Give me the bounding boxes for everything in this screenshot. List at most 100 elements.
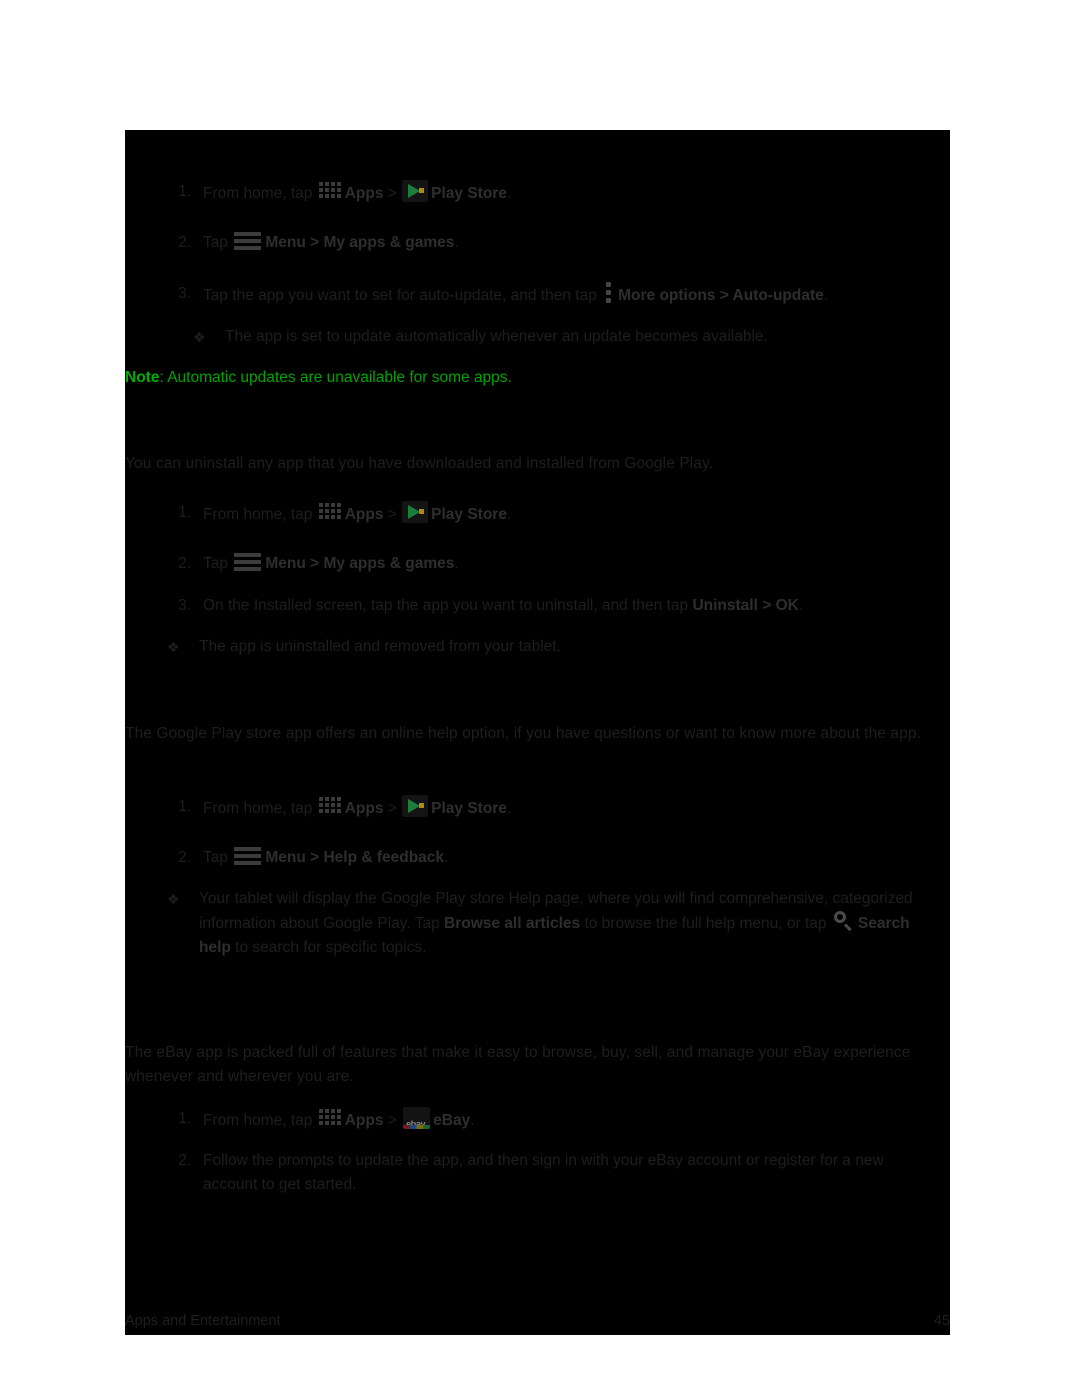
step-text: On the Installed screen, tap the app you… [203, 594, 931, 618]
step-number: 2. [178, 1152, 191, 1169]
step-bold-1: Apps [344, 1112, 384, 1129]
step-text: From home, tap Apps > Play Store. [203, 180, 921, 206]
play-store-icon[interactable] [402, 795, 429, 817]
step-item: 1. From home, tap Apps > Play Store. [161, 180, 921, 206]
step-item: 2. Tap Menu > Help & feedback. [161, 846, 921, 870]
help-text-2: to browse the full help menu, or tap [580, 915, 831, 932]
step-bold-1: Apps [344, 185, 384, 202]
diamond-bullet-icon: ❖ [167, 639, 180, 655]
step-text-pre: From home, tap [203, 1112, 317, 1129]
apps-grid-icon[interactable] [318, 1109, 342, 1129]
step-number: 3. [178, 597, 191, 614]
step-text: Follow the prompts to update the app, an… [203, 1152, 884, 1193]
note-label: Note [125, 369, 160, 386]
step-bold-2: Play Store [431, 800, 507, 817]
step-item: 2. Follow the prompts to update the app,… [161, 1149, 929, 1197]
step-item: 1. From home, tap Apps > Play Store. [161, 795, 921, 821]
note-block: Note: Automatic updates are unavailable … [125, 366, 925, 390]
step-text-post: . [454, 234, 459, 251]
step-item: 1. From home, tap Apps > Play Store. [161, 501, 921, 527]
help-bold-1: Browse all articles [444, 915, 581, 932]
step-text-post: . [444, 849, 449, 866]
step-bold-2: Play Store [431, 185, 507, 202]
step-text-mid: > [383, 1112, 402, 1129]
bullet-item: ❖ Your tablet will display the Google Pl… [167, 887, 927, 960]
bullet-item: ❖ The app is uninstalled and removed fro… [167, 635, 897, 659]
step-number: 2. [178, 555, 191, 572]
document-page: 1. From home, tap Apps > Play Store. 2. … [0, 0, 1080, 1397]
bullet-text: The app is set to update automatically w… [225, 328, 768, 345]
step-item: 3. Tap the app you want to set for auto-… [161, 282, 931, 308]
step-item: 2. Tap Menu > My apps & games. [161, 231, 921, 255]
step-text-pre: Tap [203, 234, 233, 251]
step-text-mid: > [383, 185, 402, 202]
dark-content-block: 1. From home, tap Apps > Play Store. 2. … [125, 130, 950, 1335]
diamond-bullet-icon: ❖ [193, 329, 206, 345]
footer-page-number: 45 [933, 1313, 950, 1329]
ebay-icon[interactable]: ebay [403, 1107, 431, 1129]
step-text-post: . [506, 506, 512, 523]
page-footer: Apps and Entertainment 45 [125, 1313, 950, 1335]
step-number: 3. [178, 285, 191, 302]
step-text: Tap Menu > My apps & games. [203, 552, 921, 576]
help-text-3: to search for specific topics. [230, 939, 427, 956]
step-text-post: . [798, 597, 804, 614]
step-bold-1: Apps [344, 506, 384, 523]
step-number: 1. [178, 1110, 191, 1127]
step-text-mid: > [383, 800, 402, 817]
bullet-text: The app is uninstalled and removed from … [199, 638, 561, 655]
step-text-pre: From home, tap [203, 800, 317, 817]
step-text: From home, tap Apps > Play Store. [203, 501, 921, 527]
bullet-text: Your tablet will display the Google Play… [199, 887, 927, 960]
section-intro: The Google Play store app offers an onli… [125, 725, 921, 742]
diamond-bullet-icon: ❖ [167, 891, 180, 907]
step-text-post: . [454, 555, 459, 572]
note-text: : Automatic updates are unavailable for … [159, 369, 512, 386]
play-store-icon[interactable] [402, 180, 429, 202]
step-text-pre: From home, tap [203, 506, 317, 523]
step-item: 1. From home, tap Apps > ebay eBay. [161, 1107, 921, 1133]
apps-grid-icon[interactable] [318, 797, 342, 817]
step-item: 2. Tap Menu > My apps & games. [161, 552, 921, 576]
step-text-post: . [506, 185, 512, 202]
step-text-post: . [506, 800, 512, 817]
step-number: 1. [178, 798, 191, 815]
step-text: From home, tap Apps > Play Store. [203, 795, 921, 821]
step-text-post: . [823, 287, 829, 304]
step-bold-2: eBay [433, 1112, 471, 1129]
bullet-item: ❖ The app is set to update automatically… [193, 325, 923, 349]
menu-hamburger-icon[interactable] [234, 552, 262, 572]
step-text-pre: Tap the app you want to set for auto-upd… [203, 287, 602, 304]
step-text: Tap Menu > Help & feedback. [203, 846, 921, 870]
step-text-pre: From home, tap [203, 185, 317, 202]
step-text-post: . [470, 1112, 475, 1129]
step-number: 1. [178, 183, 191, 200]
step-item: 3. On the Installed screen, tap the app … [161, 594, 931, 618]
step-number: 2. [178, 234, 191, 251]
menu-hamburger-icon[interactable] [234, 231, 262, 251]
step-number: 1. [178, 504, 191, 521]
section-intro: The eBay app is packed full of features … [125, 1044, 911, 1085]
search-icon[interactable] [833, 911, 854, 932]
play-store-icon[interactable] [402, 501, 429, 523]
step-text-pre: Tap [203, 555, 233, 572]
step-text: Tap Menu > My apps & games. [203, 231, 921, 255]
apps-grid-icon[interactable] [318, 503, 342, 523]
step-bold-1: Menu > My apps & games [265, 555, 455, 572]
step-text-pre: Tap [203, 849, 233, 866]
step-bold-1: Apps [344, 800, 384, 817]
step-bold-1: Uninstall > OK [692, 597, 799, 614]
step-text: Tap the app you want to set for auto-upd… [203, 282, 931, 308]
footer-section-label: Apps and Entertainment [125, 1313, 281, 1329]
step-number: 2. [178, 849, 191, 866]
menu-hamburger-icon[interactable] [234, 846, 262, 866]
step-bold-1: Menu > My apps & games [265, 234, 455, 251]
step-text: From home, tap Apps > ebay eBay. [203, 1107, 921, 1133]
step-text-mid: > [383, 506, 402, 523]
step-bold-1: Menu > Help & feedback [265, 849, 445, 866]
step-bold-2: Play Store [431, 506, 507, 523]
section-intro: You can uninstall any app that you have … [125, 455, 714, 472]
step-bold-1: More options > Auto-update [618, 287, 824, 304]
more-options-icon[interactable] [605, 282, 613, 304]
apps-grid-icon[interactable] [318, 182, 342, 202]
